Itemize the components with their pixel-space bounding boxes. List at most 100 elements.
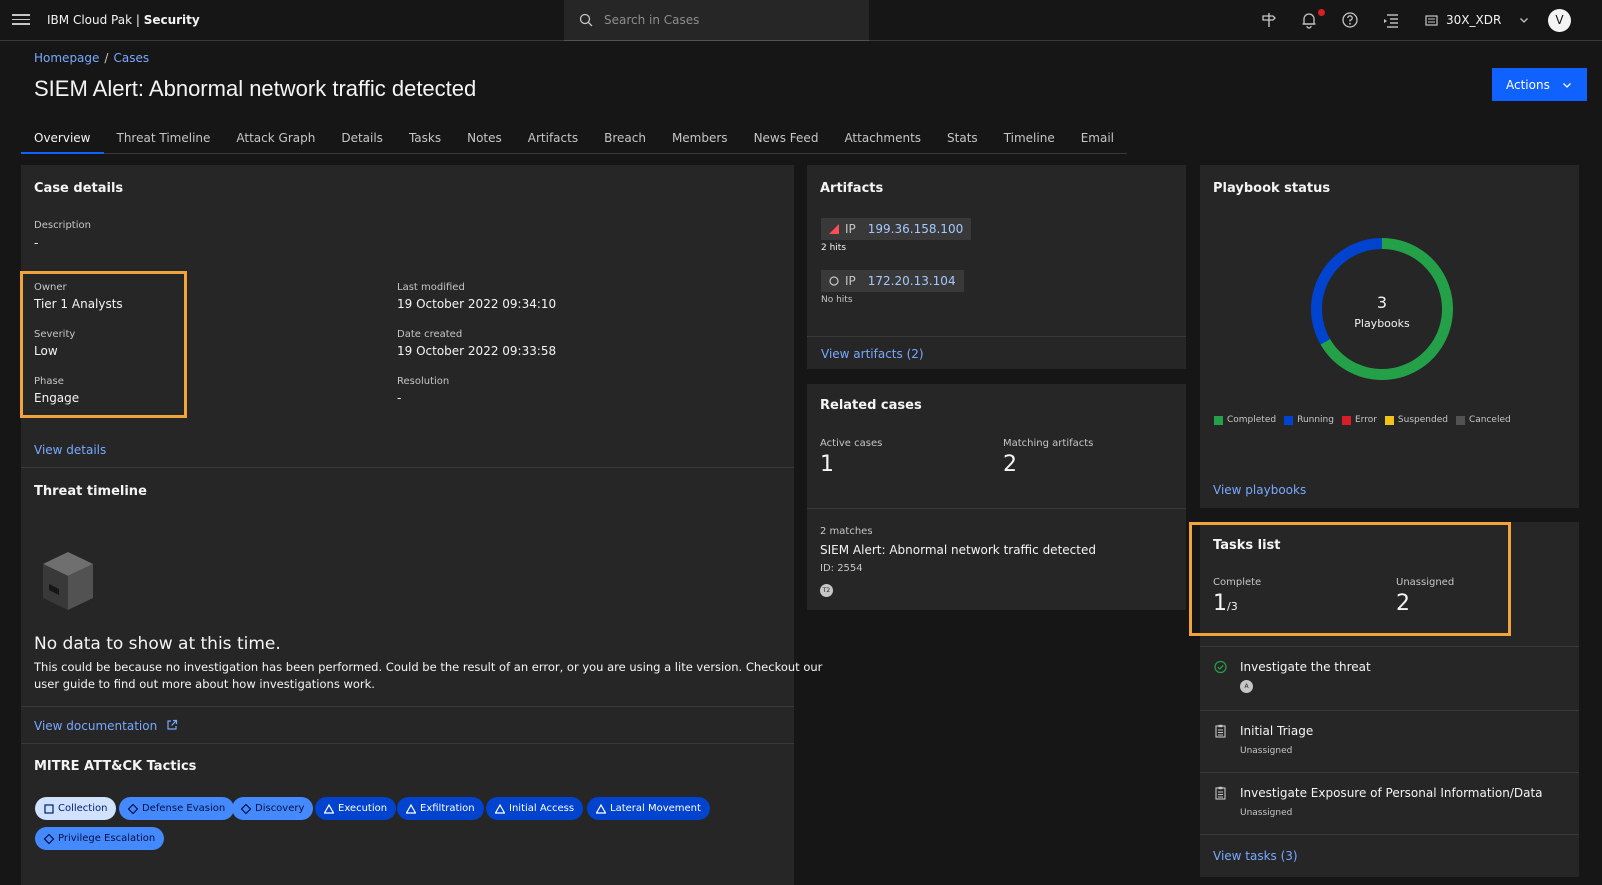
legend-swatch — [1284, 415, 1294, 425]
related-cases-title: Related cases — [820, 398, 922, 413]
triangle-icon — [406, 803, 416, 814]
task-item[interactable]: Investigate Exposure of Personal Informa… — [1200, 772, 1580, 834]
view-details-link[interactable]: View details — [34, 443, 106, 457]
artifact-type: IP — [845, 222, 856, 236]
artifact-hits: No hits — [821, 295, 853, 305]
empty-box-icon — [43, 552, 93, 610]
tab-tasks[interactable]: Tasks — [396, 126, 454, 154]
case-tabs: Overview Threat Timeline Attack Graph De… — [21, 126, 1128, 154]
tab-details[interactable]: Details — [328, 126, 396, 154]
diamond-icon — [128, 803, 138, 814]
search-bar[interactable] — [564, 0, 869, 41]
tenant-name: 30X_XDR — [1446, 13, 1502, 27]
search-input[interactable] — [604, 10, 854, 30]
tenant-switcher[interactable]: 30X_XDR — [1425, 10, 1529, 30]
tab-members[interactable]: Members — [659, 126, 741, 154]
tactic-label: Discovery — [255, 803, 305, 814]
case-details-title: Case details — [34, 181, 124, 196]
actions-button[interactable]: Actions — [1492, 68, 1587, 101]
view-tasks-link[interactable]: View tasks (3) — [1213, 849, 1298, 863]
tactic-label: Lateral Movement — [610, 803, 701, 814]
unassigned-label: Unassigned — [1396, 577, 1455, 588]
task-item[interactable]: Investigate the threat A — [1200, 646, 1580, 710]
tactic-tag[interactable]: Privilege Escalation — [35, 827, 165, 850]
view-playbooks-link[interactable]: View playbooks — [1213, 483, 1306, 497]
breadcrumb-homepage[interactable]: Homepage — [34, 51, 99, 65]
page-title: SIEM Alert: Abnormal network traffic det… — [34, 76, 477, 101]
breadcrumb-cases[interactable]: Cases — [113, 51, 149, 65]
threat-timeline-title: Threat timeline — [34, 484, 147, 499]
unassigned-value: 2 — [1396, 591, 1410, 616]
product-name[interactable]: IBM Cloud Pak | Security — [47, 13, 200, 27]
task-assignee-badge: A — [1240, 680, 1253, 693]
last-modified-value: 19 October 2022 09:34:10 — [397, 297, 557, 311]
signpost-icon[interactable] — [1260, 11, 1278, 29]
date-created-value: 19 October 2022 09:33:58 — [397, 344, 557, 358]
matching-artifacts-value: 2 — [1003, 452, 1017, 477]
hamburger-menu-icon[interactable] — [12, 11, 30, 29]
divider — [21, 467, 794, 468]
diamond-icon — [241, 803, 251, 814]
tab-notes[interactable]: Notes — [454, 126, 515, 154]
artifact-row[interactable]: IP 172.20.13.104 — [821, 270, 964, 292]
tab-artifacts[interactable]: Artifacts — [515, 126, 591, 154]
date-created-label: Date created — [397, 329, 463, 340]
phase-value: Engage — [34, 391, 80, 405]
checkmark-circle-icon — [1214, 660, 1227, 674]
legend-label: Suspended — [1397, 415, 1448, 425]
artifact-row[interactable]: IP 199.36.158.100 — [821, 218, 972, 240]
tactic-tag[interactable]: Discovery — [232, 797, 314, 820]
chevron-down-icon — [1520, 18, 1529, 23]
tab-threat-timeline[interactable]: Threat Timeline — [104, 126, 224, 154]
tab-stats[interactable]: Stats — [934, 126, 991, 154]
diamond-icon — [44, 833, 54, 844]
legend-swatch — [1341, 415, 1351, 425]
related-cases-card: Related cases Active cases 1 Matching ar… — [807, 384, 1186, 610]
tactic-label: Defense Evasion — [142, 803, 226, 814]
tactic-tag[interactable]: Defense Evasion — [119, 797, 235, 820]
last-modified-label: Last modified — [397, 282, 465, 293]
user-avatar[interactable]: V — [1548, 9, 1571, 32]
tab-attachments[interactable]: Attachments — [831, 126, 934, 154]
task-list-icon[interactable] — [1382, 11, 1400, 29]
task-name: Initial Triage — [1240, 724, 1314, 738]
tactic-label: Exfiltration — [420, 803, 475, 814]
tab-news-feed[interactable]: News Feed — [741, 126, 832, 154]
view-documentation-link[interactable]: View documentation — [34, 719, 178, 733]
triangle-icon — [495, 803, 505, 814]
legend-item: Canceled — [1455, 415, 1511, 425]
task-item[interactable]: Initial Triage Unassigned — [1200, 710, 1580, 772]
related-case-title[interactable]: SIEM Alert: Abnormal network traffic det… — [820, 543, 1096, 557]
notification-bell-icon[interactable] — [1300, 11, 1318, 29]
tactic-tag[interactable]: Initial Access — [486, 797, 584, 820]
tab-attack-graph[interactable]: Attack Graph — [223, 126, 328, 154]
tactic-tag[interactable]: Collection — [35, 797, 117, 820]
breadcrumb-separator: / — [104, 51, 109, 65]
playbook-legend: Completed Running Error Suspended Cancel… — [1214, 415, 1519, 425]
task-assignee: Unassigned — [1240, 808, 1293, 818]
tactic-tag[interactable]: Execution — [315, 797, 397, 820]
artifacts-card: Artifacts IP 199.36.158.100 2 hits IP 17… — [807, 165, 1186, 369]
legend-item: Running — [1284, 415, 1334, 425]
tactic-tag[interactable]: Exfiltration — [397, 797, 484, 820]
tactic-tag[interactable]: Lateral Movement — [587, 797, 710, 820]
tactic-label: Collection — [58, 803, 108, 814]
circle-icon — [829, 276, 839, 286]
description-label: Description — [34, 220, 91, 231]
top-header: IBM Cloud Pak | Security 30X_XDR V — [0, 0, 1602, 41]
legend-swatch — [1455, 415, 1465, 425]
empty-state-text-2: user guide to find out more about how in… — [34, 677, 375, 691]
tab-breach[interactable]: Breach — [591, 126, 659, 154]
playbook-count: 3 — [1376, 293, 1388, 312]
clipboard-icon — [1215, 724, 1226, 738]
view-artifacts-link[interactable]: View artifacts (2) — [821, 347, 924, 361]
tab-email[interactable]: Email — [1068, 126, 1127, 154]
complete-label: Complete — [1213, 577, 1262, 588]
legend-item: Completed — [1214, 415, 1276, 425]
tab-timeline[interactable]: Timeline — [991, 126, 1068, 154]
tasks-list-card: Tasks list Complete 1/3 Unassigned 2 Inv… — [1189, 522, 1580, 877]
legend-swatch — [1214, 415, 1223, 425]
task-name: Investigate the threat — [1240, 660, 1371, 674]
help-icon[interactable] — [1341, 11, 1359, 29]
tab-overview[interactable]: Overview — [21, 126, 104, 154]
